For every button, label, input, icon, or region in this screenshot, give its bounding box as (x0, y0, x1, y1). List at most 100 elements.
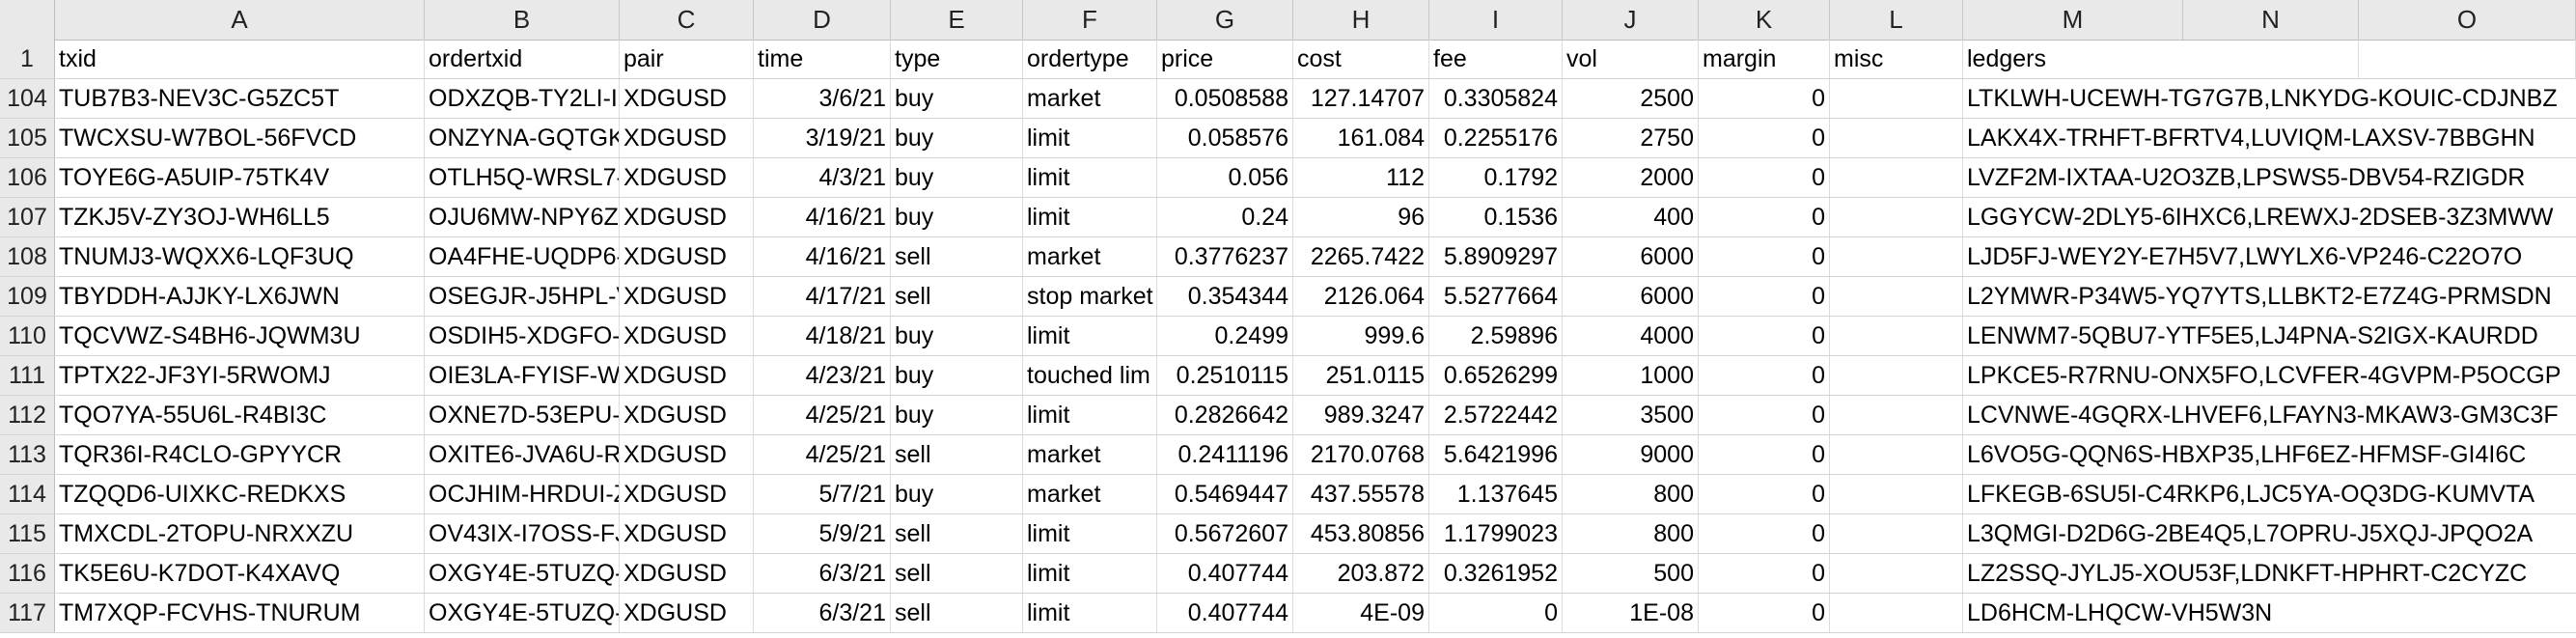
cell-d[interactable]: 4/16/21 (754, 198, 891, 236)
cell-k[interactable]: 0 (1699, 594, 1830, 632)
column-header-k[interactable]: K (1699, 0, 1830, 40)
cell-b[interactable]: OV43IX-I7OSS-FJ( (425, 514, 620, 553)
cell-f[interactable]: stop market (1023, 277, 1157, 316)
cell-j[interactable]: vol (1563, 40, 1699, 78)
cell-h[interactable]: 989.3247 (1293, 396, 1429, 434)
cell-c[interactable]: XDGUSD (620, 198, 754, 236)
cell-k[interactable]: 0 (1699, 396, 1830, 434)
cell-g[interactable]: 0.5469447 (1157, 475, 1293, 513)
cell-m[interactable]: LJD5FJ-WEY2Y-E7H5V7,LWYLX6-VP246-C22O7O (1963, 237, 2576, 276)
cell-a[interactable]: TUB7B3-NEV3C-G5ZC5T (55, 79, 425, 118)
cell-k[interactable]: 0 (1699, 475, 1830, 513)
cell-k[interactable]: 0 (1699, 79, 1830, 118)
cell-l[interactable] (1830, 554, 1963, 593)
cell-k[interactable]: 0 (1699, 237, 1830, 276)
cell-h[interactable]: 999.6 (1293, 317, 1429, 355)
cell-m[interactable]: LENWM7-5QBU7-YTF5E5,LJ4PNA-S2IGX-KAURDD (1963, 317, 2576, 355)
cell-f[interactable]: market (1023, 79, 1157, 118)
cell-k[interactable]: 0 (1699, 119, 1830, 157)
cell-b[interactable]: OJU6MW-NPY6Z- (425, 198, 620, 236)
cell-m[interactable]: L6VO5G-QQN6S-HBXP35,LHF6EZ-HFMSF-GI4I6C (1963, 435, 2576, 474)
cell-g[interactable]: 0.056 (1157, 158, 1293, 197)
cell-i[interactable]: 0.2255176 (1429, 119, 1563, 157)
cell-e[interactable]: buy (891, 396, 1023, 434)
cell-l[interactable] (1830, 119, 1963, 157)
cell-h[interactable]: 4E-09 (1293, 594, 1429, 632)
cell-b[interactable]: OSEGJR-J5HPL-V6 (425, 277, 620, 316)
row-number[interactable]: 105 (0, 119, 55, 157)
cell-f[interactable]: limit (1023, 119, 1157, 157)
cell-m[interactable]: LFKEGB-6SU5I-C4RKP6,LJC5YA-OQ3DG-KUMVTA (1963, 475, 2576, 513)
cell-h[interactable]: 112 (1293, 158, 1429, 197)
cell-e[interactable]: buy (891, 79, 1023, 118)
cell-i[interactable]: 5.5277664 (1429, 277, 1563, 316)
cell-f[interactable]: limit (1023, 396, 1157, 434)
cell-g[interactable]: 0.2411196 (1157, 435, 1293, 474)
cell-e[interactable]: type (891, 40, 1023, 78)
row-number[interactable]: 106 (0, 158, 55, 197)
cell-b[interactable]: OXGY4E-5TUZQ-K (425, 594, 620, 632)
cell-c[interactable]: XDGUSD (620, 237, 754, 276)
column-header-m[interactable]: M (1963, 0, 2183, 40)
row-number[interactable]: 104 (0, 79, 55, 118)
cell-i[interactable]: 5.6421996 (1429, 435, 1563, 474)
cell-i[interactable]: 2.5722442 (1429, 396, 1563, 434)
column-header-f[interactable]: F (1023, 0, 1157, 40)
cell-b[interactable]: OTLH5Q-WRSL7-( (425, 158, 620, 197)
cell-c[interactable]: XDGUSD (620, 158, 754, 197)
cell-b[interactable]: ONZYNA-GQTGK- (425, 119, 620, 157)
cell-m[interactable]: LVZF2M-IXTAA-U2O3ZB,LPSWS5-DBV54-RZIGDR (1963, 158, 2576, 197)
cell-d[interactable]: 3/19/21 (754, 119, 891, 157)
cell-i[interactable]: fee (1429, 40, 1563, 78)
row-number[interactable]: 113 (0, 435, 55, 474)
cell-f[interactable]: ordertype (1023, 40, 1157, 78)
cell-j[interactable]: 500 (1563, 554, 1699, 593)
cell-f[interactable]: limit (1023, 198, 1157, 236)
cell-d[interactable]: 5/7/21 (754, 475, 891, 513)
cell-d[interactable]: 4/16/21 (754, 237, 891, 276)
cell-e[interactable]: buy (891, 475, 1023, 513)
cell-j[interactable]: 6000 (1563, 237, 1699, 276)
cell-e[interactable]: sell (891, 435, 1023, 474)
cell-a[interactable]: TBYDDH-AJJKY-LX6JWN (55, 277, 425, 316)
cell-a[interactable]: TPTX22-JF3YI-5RWOMJ (55, 356, 425, 395)
cell-d[interactable]: 3/6/21 (754, 79, 891, 118)
cell-j[interactable]: 400 (1563, 198, 1699, 236)
cell-m[interactable]: L3QMGI-D2D6G-2BE4Q5,L7OPRU-J5XQJ-JPQO2A (1963, 514, 2576, 553)
cell-i[interactable]: 1.137645 (1429, 475, 1563, 513)
cell-d[interactable]: 4/3/21 (754, 158, 891, 197)
column-header-l[interactable]: L (1830, 0, 1963, 40)
cell-e[interactable]: buy (891, 119, 1023, 157)
cell-l[interactable] (1830, 317, 1963, 355)
cell-b[interactable]: OA4FHE-UQDP6-I (425, 237, 620, 276)
cell-d[interactable]: 4/25/21 (754, 396, 891, 434)
cell-c[interactable]: XDGUSD (620, 554, 754, 593)
cell-c[interactable]: XDGUSD (620, 119, 754, 157)
cell-k[interactable]: 0 (1699, 158, 1830, 197)
cell-i[interactable]: 2.59896 (1429, 317, 1563, 355)
cell-g[interactable]: 0.058576 (1157, 119, 1293, 157)
cell-k[interactable]: 0 (1699, 198, 1830, 236)
cell-g[interactable]: 0.2826642 (1157, 396, 1293, 434)
cell-c[interactable]: XDGUSD (620, 79, 754, 118)
cell-g[interactable]: 0.2510115 (1157, 356, 1293, 395)
row-number[interactable]: 111 (0, 356, 55, 395)
cell-k[interactable]: 0 (1699, 554, 1830, 593)
cell-k[interactable]: margin (1699, 40, 1830, 78)
cell-g[interactable]: 0.24 (1157, 198, 1293, 236)
cell-j[interactable]: 1E-08 (1563, 594, 1699, 632)
select-all-corner[interactable] (0, 0, 55, 40)
cell-k[interactable]: 0 (1699, 514, 1830, 553)
cell-i[interactable]: 0.1792 (1429, 158, 1563, 197)
cell-g[interactable]: 0.0508588 (1157, 79, 1293, 118)
cell-j[interactable]: 4000 (1563, 317, 1699, 355)
cell-m[interactable]: LAKX4X-TRHFT-BFRTV4,LUVIQM-LAXSV-7BBGHN (1963, 119, 2576, 157)
cell-d[interactable]: 4/17/21 (754, 277, 891, 316)
cell-b[interactable]: OXGY4E-5TUZQ-K (425, 554, 620, 593)
cell-e[interactable]: sell (891, 514, 1023, 553)
cell-i[interactable]: 0.1536 (1429, 198, 1563, 236)
row-number[interactable]: 107 (0, 198, 55, 236)
cell-f[interactable]: limit (1023, 594, 1157, 632)
cell-k[interactable]: 0 (1699, 317, 1830, 355)
cell-k[interactable]: 0 (1699, 435, 1830, 474)
